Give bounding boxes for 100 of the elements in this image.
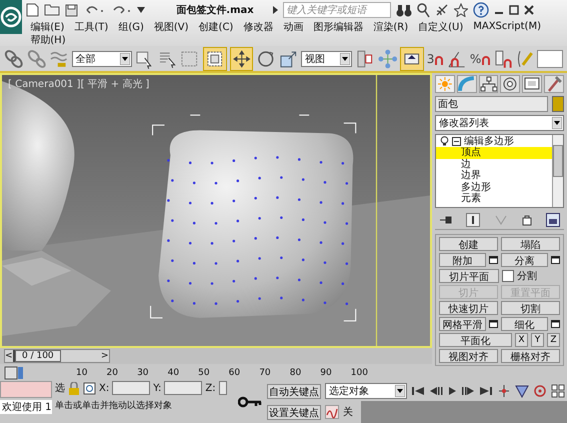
sub-object-level-item[interactable]: 元素 <box>436 193 552 204</box>
rotate-icon[interactable] <box>256 48 276 68</box>
magnet-icon[interactable] <box>481 56 492 66</box>
settings-icon[interactable] <box>551 320 560 328</box>
search-field[interactable]: 键入关键字或短语 <box>282 2 391 18</box>
menu-item[interactable]: 视图(V) <box>154 20 189 34</box>
previous-arrow[interactable]: < <box>5 351 13 361</box>
move-icon[interactable] <box>230 46 254 70</box>
next-arrow[interactable]: > <box>101 351 109 361</box>
selection-lock-toggle[interactable]: 选 <box>55 381 65 395</box>
menu-item[interactable]: MAXScript(M) <box>473 21 541 32</box>
go-to-start-icon[interactable] <box>411 386 425 396</box>
keyboard-shortcut-icon[interactable] <box>400 46 424 70</box>
menu-item[interactable]: 帮助(H) <box>30 32 66 46</box>
menu-item[interactable]: 渲染(R) <box>373 20 408 34</box>
menu-item[interactable]: 动画 <box>283 20 304 34</box>
pin-stack-icon[interactable] <box>439 214 453 226</box>
hierarchy-tab-icon[interactable] <box>478 75 498 93</box>
panel-button[interactable]: 网格平滑 <box>439 317 486 331</box>
time-slider[interactable]: < 0 / 100 > <box>4 349 110 363</box>
object-color-swatch[interactable] <box>552 96 564 112</box>
modifier-list-dropdown[interactable]: 修改器列表 <box>435 115 564 131</box>
panel-button[interactable]: 塌陷 <box>501 237 560 251</box>
menu-item[interactable]: 组(G) <box>118 20 144 34</box>
show-end-result-icon[interactable] <box>466 213 480 227</box>
menu-item[interactable]: 编辑(E) <box>30 20 64 34</box>
dropdown-arrow-icon[interactable] <box>120 52 130 64</box>
pan-icon[interactable] <box>497 384 511 398</box>
track-bar[interactable]: 10 20 30 40 50 60 70 80 90 100 <box>28 368 368 378</box>
object-name-field[interactable]: 面包 <box>435 96 548 112</box>
bulb-icon[interactable] <box>440 136 449 146</box>
next-frame-icon[interactable] <box>461 386 475 396</box>
snap-toggle[interactable]: 3 <box>426 52 444 66</box>
dropdown-arrow-icon[interactable] <box>552 117 562 129</box>
magnet-icon[interactable] <box>434 56 444 66</box>
transform-mode-icon[interactable] <box>83 382 96 394</box>
close-icon[interactable] <box>524 5 534 15</box>
menu-item[interactable]: 工具(T) <box>74 20 108 34</box>
panel-button[interactable]: 切割 <box>501 301 560 315</box>
key-filter-dropdown[interactable]: 选定对象 <box>325 383 407 399</box>
star-icon[interactable] <box>454 3 468 17</box>
y-coordinate-field[interactable] <box>164 381 202 395</box>
field-of-view-icon[interactable] <box>515 384 529 398</box>
set-key-button[interactable]: 设置关键点 <box>267 404 321 420</box>
sub-object-level-item[interactable]: 顶点 <box>436 147 552 158</box>
orbit-icon[interactable] <box>533 384 547 398</box>
axis-button[interactable]: Z <box>547 333 560 347</box>
new-file-icon[interactable] <box>26 3 40 17</box>
key-filters-button[interactable]: 关 <box>343 405 353 419</box>
stack-scrollbar[interactable] <box>552 135 563 207</box>
sub-object-level-item[interactable]: 边界 <box>436 170 552 182</box>
z-coordinate-field[interactable] <box>218 381 227 395</box>
named-selection-field[interactable] <box>537 50 563 68</box>
modifier-stack-item[interactable]: 编辑多边形 <box>436 135 552 147</box>
panel-button[interactable]: 平面化 <box>439 333 512 347</box>
help-icon[interactable] <box>472 2 489 18</box>
panel-button[interactable]: 切片平面 <box>439 269 499 283</box>
split-checkbox[interactable]: 分割 <box>502 269 560 283</box>
panel-button[interactable]: 创建 <box>439 237 498 251</box>
collapse-icon[interactable] <box>452 136 461 146</box>
menu-item[interactable]: 图形编辑器 <box>313 20 364 34</box>
panel-button[interactable]: 细化 <box>501 317 548 331</box>
selection-filter-dropdown[interactable]: 全部 <box>72 50 132 66</box>
window-crossing-icon[interactable] <box>203 46 227 70</box>
maximize-viewport-icon[interactable] <box>551 384 565 398</box>
auto-key-button[interactable]: 自动关键点 <box>267 384 321 398</box>
panel-button[interactable]: 分离 <box>501 253 548 267</box>
link-icon[interactable] <box>4 48 24 68</box>
maxscript-listener-field[interactable] <box>0 381 52 398</box>
go-to-end-icon[interactable] <box>479 386 493 396</box>
pivot-icon[interactable] <box>355 48 375 68</box>
settings-icon[interactable] <box>551 256 560 264</box>
mini-curve-icon[interactable] <box>4 364 24 380</box>
display-tab-icon[interactable] <box>522 75 542 93</box>
axis-button[interactable]: Y <box>531 333 544 347</box>
edit-named-selection-icon[interactable] <box>516 48 534 68</box>
maximize-icon[interactable] <box>508 5 519 15</box>
axis-button[interactable]: X <box>515 333 528 347</box>
menu-item[interactable]: 自定义(U) <box>418 20 464 34</box>
previous-frame-icon[interactable] <box>429 386 443 396</box>
menu-item[interactable]: 创建(C) <box>198 20 234 34</box>
viewport-label[interactable]: [ Camera001 ][ 平滑 + 高光 ] <box>8 77 150 91</box>
open-folder-icon[interactable] <box>44 4 60 16</box>
save-icon[interactable] <box>65 4 78 16</box>
settings-icon[interactable] <box>489 320 498 328</box>
settings-icon[interactable] <box>489 256 498 264</box>
dropdown-arrow-icon[interactable] <box>395 385 405 397</box>
scale-icon[interactable] <box>278 48 298 68</box>
panel-button[interactable]: 快速切片 <box>439 301 498 315</box>
reference-coordinate-dropdown[interactable]: 视图 <box>301 50 352 66</box>
hammer-icon[interactable] <box>544 75 564 93</box>
x-coordinate-field[interactable] <box>112 381 150 395</box>
binoculars-icon[interactable] <box>396 4 412 16</box>
menu-item[interactable]: 修改器 <box>243 20 274 34</box>
configure-sets-icon[interactable] <box>546 213 560 227</box>
viewport[interactable]: [ Camera001 ][ 平滑 + 高光 ] <box>0 73 432 348</box>
key-mode-icon[interactable] <box>325 405 339 419</box>
spinner-snap-icon[interactable] <box>494 48 514 68</box>
dropdown-arrow-icon[interactable] <box>137 7 146 13</box>
app-logo-icon[interactable] <box>0 0 22 34</box>
